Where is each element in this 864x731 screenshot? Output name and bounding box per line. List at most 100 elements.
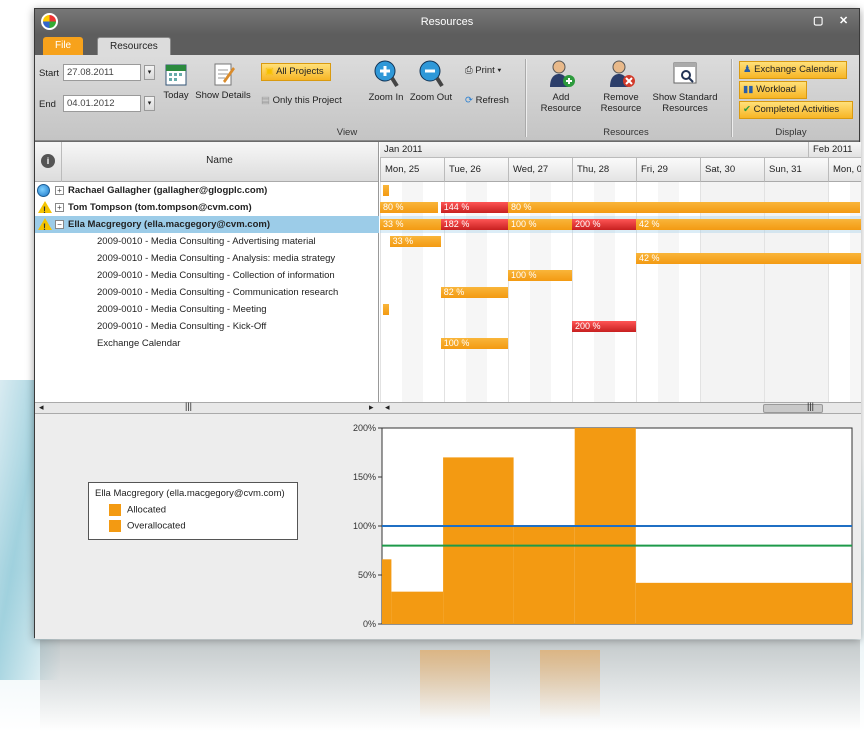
start-dropdown-icon[interactable]: ▾ xyxy=(144,65,155,80)
reflection-bar xyxy=(540,650,600,720)
exchange-user-icon: ♟ xyxy=(743,64,752,75)
refresh-button[interactable]: ⟳ Refresh xyxy=(465,95,521,106)
allocated-bar[interactable]: 80 % xyxy=(508,202,860,213)
activity-row[interactable]: 2009-0010 - Media Consulting - Advertisi… xyxy=(35,233,379,250)
workload-chart: 200% 150% 100% 50% 0% xyxy=(353,423,853,629)
activity-row[interactable]: Exchange Calendar xyxy=(35,335,379,352)
day-column xyxy=(572,182,636,402)
expand-icon[interactable]: + xyxy=(55,202,64,212)
resource-row[interactable]: + Rachael Gallagher (gallagher@glogplc.co… xyxy=(35,182,379,199)
remove-resource-button[interactable]: Remove Resource xyxy=(597,59,645,114)
refresh-icon: ⟳ xyxy=(465,95,473,106)
collapse-icon[interactable]: − xyxy=(55,219,64,229)
globe-icon xyxy=(37,184,50,197)
month-header: Jan 2011 xyxy=(380,142,808,158)
day-header: Mon, 25 xyxy=(380,158,444,182)
all-projects-button[interactable]: ▣ All Projects xyxy=(261,63,331,81)
legend-title: Ella Macgregory (ella.macgegory@cvm.com) xyxy=(95,488,285,499)
remove-user-icon xyxy=(610,60,635,87)
folder-icon: ▤ xyxy=(261,95,270,106)
horizontal-scrollbars[interactable]: ◂ ||| ▸ ◂ ||| xyxy=(35,401,861,414)
activity-name: 2009-0010 - Media Consulting - Analysis:… xyxy=(97,253,336,264)
completed-activities-toggle[interactable]: ✔ Completed Activities xyxy=(739,101,853,119)
tab-file[interactable]: File xyxy=(43,37,84,55)
resource-name: Rachael Gallagher (gallagher@glogplc.com… xyxy=(68,185,268,196)
exchange-calendar-toggle[interactable]: ♟ Exchange Calendar xyxy=(739,61,847,79)
edit-document-icon xyxy=(214,63,235,86)
allocated-bar[interactable]: 82 % xyxy=(440,287,508,298)
resource-name: Ella Macgregory (ella.macgegory@cvm.com) xyxy=(68,219,270,230)
workload-bar xyxy=(391,591,444,624)
allocated-bar[interactable]: 100 % xyxy=(508,219,572,230)
close-icon[interactable]: ✕ xyxy=(839,14,848,27)
ribbon-separator xyxy=(731,59,732,137)
zoom-in-icon xyxy=(374,60,399,88)
activity-row[interactable]: 2009-0010 - Media Consulting - Analysis:… xyxy=(35,250,379,267)
view-group-label: View xyxy=(336,127,358,138)
today-button[interactable]: Today xyxy=(159,61,193,101)
add-resource-button[interactable]: Add Resource xyxy=(531,59,591,114)
resource-list: i Name + Rachael Gallagher (gallagher@glo… xyxy=(35,142,379,402)
warning-icon xyxy=(38,218,52,233)
activity-row[interactable]: 2009-0010 - Media Consulting - Communica… xyxy=(35,284,379,301)
allocated-bar[interactable]: 100 % xyxy=(508,270,572,281)
end-date-field[interactable]: 04.01.2012 xyxy=(63,95,141,112)
zoom-out-button[interactable]: Zoom Out xyxy=(409,59,453,103)
timeline-scroll-grip-icon: ||| xyxy=(807,401,815,411)
activity-name: 2009-0010 - Media Consulting - Collectio… xyxy=(97,270,335,281)
y-tick-label: 100% xyxy=(353,521,376,531)
end-label: End xyxy=(39,99,56,110)
overallocated-bar[interactable]: 200 % xyxy=(572,321,636,332)
window-title: Resources xyxy=(420,16,474,28)
allocated-bar[interactable]: 42 % xyxy=(636,219,861,230)
start-date-field[interactable]: 27.08.2011 xyxy=(63,64,141,81)
overallocated-bar[interactable]: 200 % xyxy=(572,219,636,230)
overallocated-bar[interactable]: 182 % xyxy=(440,219,508,230)
title-bar: Resources ▢ ✕ xyxy=(35,9,859,35)
y-tick-label: 150% xyxy=(353,472,376,482)
day-column xyxy=(764,182,828,402)
activity-name: Exchange Calendar xyxy=(97,338,181,349)
timeline-scroll-left-icon[interactable]: ◂ xyxy=(385,402,390,413)
end-dropdown-icon[interactable]: ▾ xyxy=(144,96,155,111)
show-standard-resources-button[interactable]: Show Standard Resources xyxy=(649,59,721,114)
maximize-icon[interactable]: ▢ xyxy=(813,14,823,27)
scroll-left-icon[interactable]: ◂ xyxy=(39,402,44,413)
tab-resources[interactable]: Resources xyxy=(97,37,171,55)
activity-row[interactable]: 2009-0010 - Media Consulting - Meeting xyxy=(35,301,379,318)
only-this-project-button[interactable]: ▤ Only this Project xyxy=(261,95,361,106)
day-header: Tue, 26 xyxy=(444,158,508,182)
day-column xyxy=(380,182,444,402)
y-tick-label: 50% xyxy=(358,570,376,580)
scroll-right-icon[interactable]: ▸ xyxy=(369,402,374,413)
allocated-bar[interactable]: 80 % xyxy=(380,202,438,213)
allocated-swatch xyxy=(109,504,121,516)
resource-row[interactable]: + Tom Tompson (tom.tompson@cvm.com) xyxy=(35,199,379,216)
allocated-bar[interactable]: 33 % xyxy=(389,236,441,247)
print-button[interactable]: ⎙ Print ▾ xyxy=(465,65,515,76)
allocated-bar[interactable]: 100 % xyxy=(440,338,508,349)
workload-toggle[interactable]: ▮▮ Workload xyxy=(739,81,807,99)
activity-row[interactable]: 2009-0010 - Media Consulting - Kick-Off xyxy=(35,318,379,335)
overallocated-bar[interactable]: 144 % xyxy=(440,202,508,213)
ribbon-separator xyxy=(525,59,526,137)
day-column xyxy=(508,182,572,402)
allocated-bar[interactable]: 33 % xyxy=(380,219,441,230)
activity-row[interactable]: 2009-0010 - Media Consulting - Collectio… xyxy=(35,267,379,284)
show-details-button[interactable]: Show Details xyxy=(193,61,253,101)
timeline-panel: Jan 2011 Feb 2011 Mon, 25 Tue, 26 Wed, 27 Thu… xyxy=(380,142,861,402)
ribbon-tabs: File Resources xyxy=(35,35,859,55)
allocated-bar[interactable]: 42 % xyxy=(636,253,861,264)
allocated-bar[interactable] xyxy=(383,185,390,196)
display-group-label: Display xyxy=(775,127,807,138)
window-search-icon xyxy=(673,62,697,84)
zoom-in-button[interactable]: Zoom In xyxy=(365,59,407,103)
workload-bar xyxy=(635,582,852,624)
expand-icon[interactable]: + xyxy=(55,185,64,195)
allocated-bar[interactable] xyxy=(383,304,390,315)
info-icon[interactable]: i xyxy=(41,154,55,168)
workload-bar xyxy=(513,526,575,624)
name-column-header[interactable]: Name xyxy=(61,155,378,166)
resource-row[interactable]: −Ella Macgregory (ella.macgegory@cvm.com… xyxy=(35,216,379,233)
day-column xyxy=(828,182,861,402)
